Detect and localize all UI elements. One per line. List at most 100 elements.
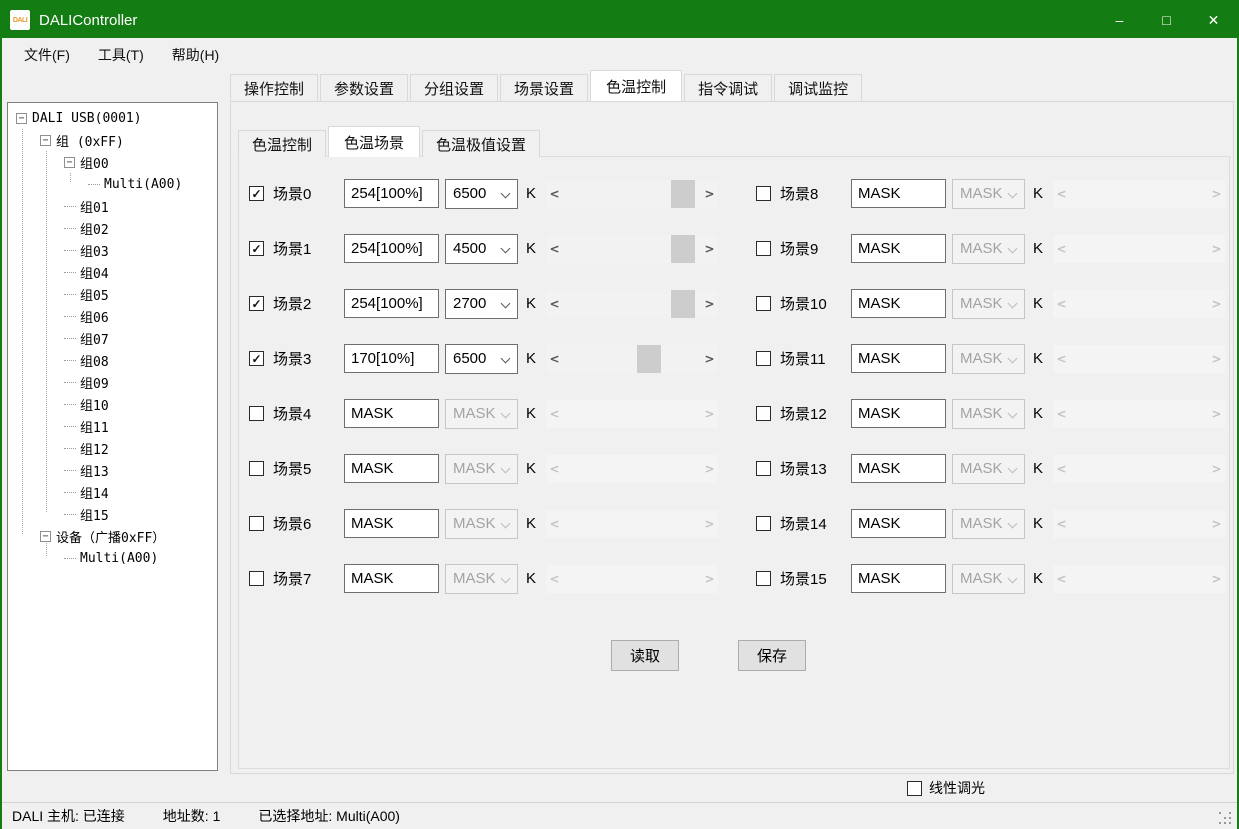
scene-value-input[interactable]	[344, 234, 439, 263]
scroll-left-icon[interactable]: <	[546, 235, 563, 263]
scene-checkbox[interactable]: ✓	[249, 296, 264, 311]
tree-node[interactable]: Multi(A00)	[8, 173, 217, 195]
scene-temp-scrollbar[interactable]: <>	[546, 290, 718, 318]
scene-checkbox[interactable]	[756, 186, 771, 201]
scene-checkbox[interactable]	[756, 406, 771, 421]
tree-node-label[interactable]: 组09	[80, 373, 109, 392]
tree-node[interactable]: 组01	[8, 195, 217, 217]
tree-node-label[interactable]: 组01	[80, 197, 109, 216]
menu-help[interactable]: 帮助(H)	[158, 40, 233, 70]
scene-temp-scrollbar[interactable]: <>	[546, 180, 718, 208]
scene-temp-dropdown[interactable]: 4500	[445, 234, 518, 264]
scene-temp-scrollbar[interactable]: <>	[546, 235, 718, 263]
tab-color-temp-control[interactable]: 色温控制	[590, 70, 682, 101]
tree-node[interactable]: 组08	[8, 349, 217, 371]
scene-temp-dropdown[interactable]: 6500	[445, 344, 518, 374]
tree-node-label[interactable]: 组03	[80, 241, 109, 260]
scene-checkbox[interactable]: ✓	[249, 351, 264, 366]
tree-node[interactable]: 组10	[8, 393, 217, 415]
scene-value-input[interactable]	[344, 344, 439, 373]
tab-debug-monitor[interactable]: 调试监控	[774, 74, 862, 101]
scroll-left-icon[interactable]: <	[546, 290, 563, 318]
subtab-color-temp-limits[interactable]: 色温极值设置	[422, 130, 540, 157]
scrollbar-thumb[interactable]	[637, 345, 661, 373]
scroll-left-icon[interactable]: <	[546, 345, 563, 373]
scene-value-input[interactable]	[344, 454, 439, 483]
tab-parameter-settings[interactable]: 参数设置	[320, 74, 408, 101]
tree-node-label[interactable]: Multi(A00)	[80, 551, 158, 566]
tree-node-label[interactable]: 组12	[80, 439, 109, 458]
scene-value-input[interactable]	[851, 509, 946, 538]
scene-value-input[interactable]	[344, 399, 439, 428]
tree-node[interactable]: 组14	[8, 481, 217, 503]
scene-value-input[interactable]	[851, 454, 946, 483]
tree-node[interactable]: 组05	[8, 283, 217, 305]
tree-node-label[interactable]: 组02	[80, 219, 109, 238]
tree-node[interactable]: 组15	[8, 503, 217, 525]
scroll-right-icon[interactable]: >	[701, 345, 718, 373]
scene-value-input[interactable]	[851, 399, 946, 428]
scrollbar-thumb[interactable]	[671, 290, 695, 318]
scene-checkbox[interactable]	[756, 296, 771, 311]
tree-node-label[interactable]: 组 (0xFF)	[56, 131, 124, 150]
tree-node-label[interactable]: 组14	[80, 483, 109, 502]
read-button[interactable]: 读取	[611, 640, 679, 671]
tree-node[interactable]: 组07	[8, 327, 217, 349]
scene-checkbox[interactable]	[249, 516, 264, 531]
tab-command-debug[interactable]: 指令调试	[684, 74, 772, 101]
scene-value-input[interactable]	[344, 564, 439, 593]
resize-grip-icon[interactable]	[1219, 812, 1231, 824]
tree-node-label[interactable]: 组00	[80, 153, 109, 172]
tree-node[interactable]: Multi(A00)	[8, 547, 217, 569]
linear-dimming-checkbox[interactable]	[907, 781, 922, 796]
tree-node-label[interactable]: 组07	[80, 329, 109, 348]
tree-node-label[interactable]: 组10	[80, 395, 109, 414]
tree-node-label[interactable]: 组06	[80, 307, 109, 326]
tree-node[interactable]: 组02	[8, 217, 217, 239]
scroll-right-icon[interactable]: >	[701, 180, 718, 208]
scene-value-input[interactable]	[851, 179, 946, 208]
tree-node-label[interactable]: DALI USB(0001)	[32, 111, 142, 126]
scene-value-input[interactable]	[344, 509, 439, 538]
tab-operation-control[interactable]: 操作控制	[230, 74, 318, 101]
scene-temp-scrollbar[interactable]: <>	[546, 345, 718, 373]
tree-node[interactable]: 组13	[8, 459, 217, 481]
tree-node-label[interactable]: 组04	[80, 263, 109, 282]
scene-checkbox[interactable]: ✓	[249, 241, 264, 256]
tab-scene-settings[interactable]: 场景设置	[500, 74, 588, 101]
scene-checkbox[interactable]	[756, 351, 771, 366]
scene-value-input[interactable]	[851, 234, 946, 263]
tree-node-label[interactable]: 组13	[80, 461, 109, 480]
scene-value-input[interactable]	[344, 179, 439, 208]
tree-node[interactable]: 组09	[8, 371, 217, 393]
tree-node[interactable]: 组06	[8, 305, 217, 327]
scene-value-input[interactable]	[344, 289, 439, 318]
tree-node[interactable]: −DALI USB(0001)	[8, 107, 217, 129]
minimize-button[interactable]: –	[1096, 2, 1143, 38]
tree-expander-icon[interactable]: −	[40, 531, 51, 542]
scene-checkbox[interactable]: ✓	[249, 186, 264, 201]
close-button[interactable]: ✕	[1190, 2, 1237, 38]
tree-node-label[interactable]: Multi(A00)	[104, 177, 182, 192]
menu-file[interactable]: 文件(F)	[10, 40, 84, 70]
tree-node-label[interactable]: 组11	[80, 417, 109, 436]
scroll-left-icon[interactable]: <	[546, 180, 563, 208]
tree-node-label[interactable]: 组08	[80, 351, 109, 370]
tree-expander-icon[interactable]: −	[64, 157, 75, 168]
save-button[interactable]: 保存	[738, 640, 806, 671]
scrollbar-thumb[interactable]	[671, 180, 695, 208]
scene-checkbox[interactable]	[756, 516, 771, 531]
scene-checkbox[interactable]	[756, 461, 771, 476]
tree-node[interactable]: −设备（广播0xFF）	[8, 525, 217, 547]
tab-group-settings[interactable]: 分组设置	[410, 74, 498, 101]
scrollbar-thumb[interactable]	[671, 235, 695, 263]
scroll-right-icon[interactable]: >	[701, 235, 718, 263]
tree-node[interactable]: 组04	[8, 261, 217, 283]
tree-node-label[interactable]: 组15	[80, 505, 109, 524]
scene-value-input[interactable]	[851, 344, 946, 373]
scroll-right-icon[interactable]: >	[701, 290, 718, 318]
tree-node[interactable]: 组03	[8, 239, 217, 261]
tree-expander-icon[interactable]: −	[40, 135, 51, 146]
scene-checkbox[interactable]	[249, 461, 264, 476]
subtab-color-temp-scene[interactable]: 色温场景	[328, 126, 420, 157]
